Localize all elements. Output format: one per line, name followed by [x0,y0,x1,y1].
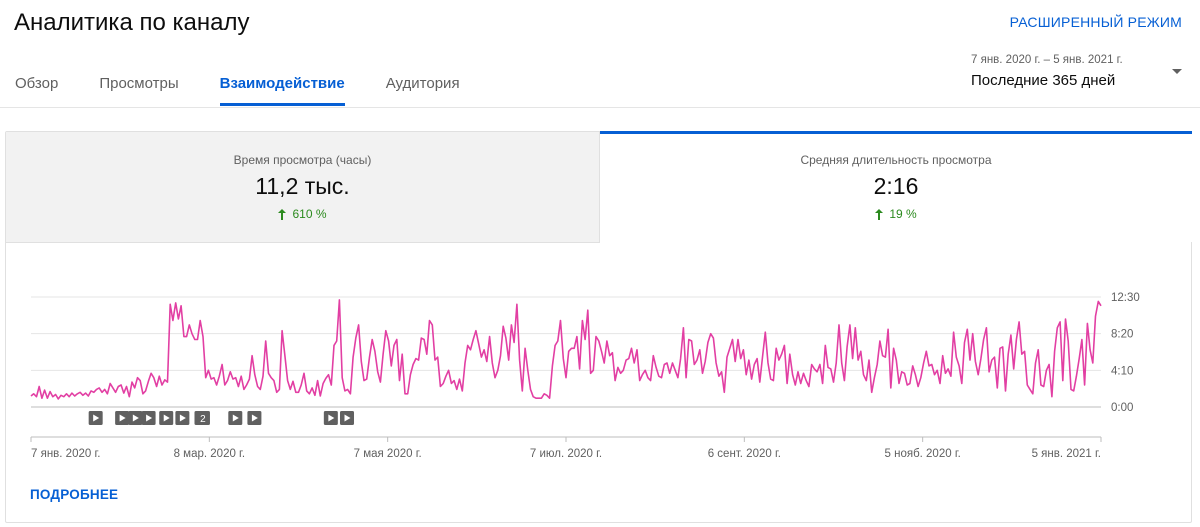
metric-change: 19 % [600,207,1192,221]
video-upload-marker[interactable] [115,411,130,425]
x-tick-label: 8 мар. 2020 г. [174,448,245,460]
upload-group-marker[interactable]: 2 [195,411,210,425]
video-upload-marker[interactable] [141,411,156,425]
engagement-card: Время просмотра (часы) 11,2 тыс. 610 % С… [5,131,1192,523]
video-upload-marker[interactable] [175,411,190,425]
tab-views[interactable]: Просмотры [99,58,178,108]
y-tick-label: 0:00 [1111,402,1133,414]
svg-text:2: 2 [200,414,206,425]
metric-value: 2:16 [873,173,919,199]
metric-watch-time[interactable]: Время просмотра (часы) 11,2 тыс. 610 % [6,132,600,243]
video-upload-marker[interactable] [88,411,103,425]
tab-overview[interactable]: Обзор [15,58,58,108]
x-tick-label: 5 нояб. 2020 г. [885,448,961,460]
metric-label: Время просмотра (часы) [233,153,372,167]
date-range-text: 7 янв. 2020 г. – 5 янв. 2021 г. [971,54,1123,66]
x-tick-label: 5 янв. 2021 г. [1032,448,1101,460]
video-upload-marker[interactable] [159,411,174,425]
y-tick-label: 8:20 [1111,329,1133,341]
line-chart: 12:30 8:20 4:10 0:00 7 янв. 2020 г. 8 мар. 20… [30,292,1140,460]
metric-change-value: 610 % [292,207,327,221]
x-tick-label: 7 июл. 2020 г. [530,448,602,460]
more-details-link[interactable]: ПОДРОБНЕЕ [30,487,118,502]
tab-audience[interactable]: Аудитория [386,58,460,108]
video-upload-marker[interactable] [340,411,355,425]
x-tick-label: 6 сент. 2020 г. [708,448,781,460]
arrow-up-icon [875,208,884,220]
tabs-divider [0,107,1200,108]
video-upload-marker[interactable] [128,411,143,425]
metric-value: 11,2 тыс. [255,173,350,199]
video-upload-marker[interactable] [323,411,338,425]
metric-label: Средняя длительность просмотра [800,153,992,167]
date-range-picker[interactable]: 7 янв. 2020 г. – 5 янв. 2021 г. Последни… [958,48,1192,100]
x-tick-label: 7 янв. 2020 г. [31,448,100,460]
video-upload-marker[interactable] [247,411,262,425]
metric-change: 610 % [6,207,599,221]
tab-bar: Обзор Просмотры Взаимодействие Аудитория [0,58,486,108]
series-line [30,299,1102,400]
metric-avg-view-duration[interactable]: Средняя длительность просмотра 2:16 19 % [600,131,1192,242]
dropdown-arrow-icon[interactable] [1172,69,1182,74]
date-range-label: Последние 365 дней [971,72,1116,89]
arrow-up-icon [278,208,287,220]
metric-change-value: 19 % [889,207,917,221]
video-upload-marker[interactable] [228,411,243,425]
x-tick-label: 7 мая 2020 г. [354,448,422,460]
page-title: Аналитика по каналу [14,9,250,36]
advanced-mode-link[interactable]: РАСШИРЕННЫЙ РЕЖИМ [1010,14,1182,30]
y-tick-label: 4:10 [1111,365,1133,377]
tab-engagement[interactable]: Взаимодействие [219,58,345,108]
y-tick-label: 12:30 [1111,292,1140,304]
